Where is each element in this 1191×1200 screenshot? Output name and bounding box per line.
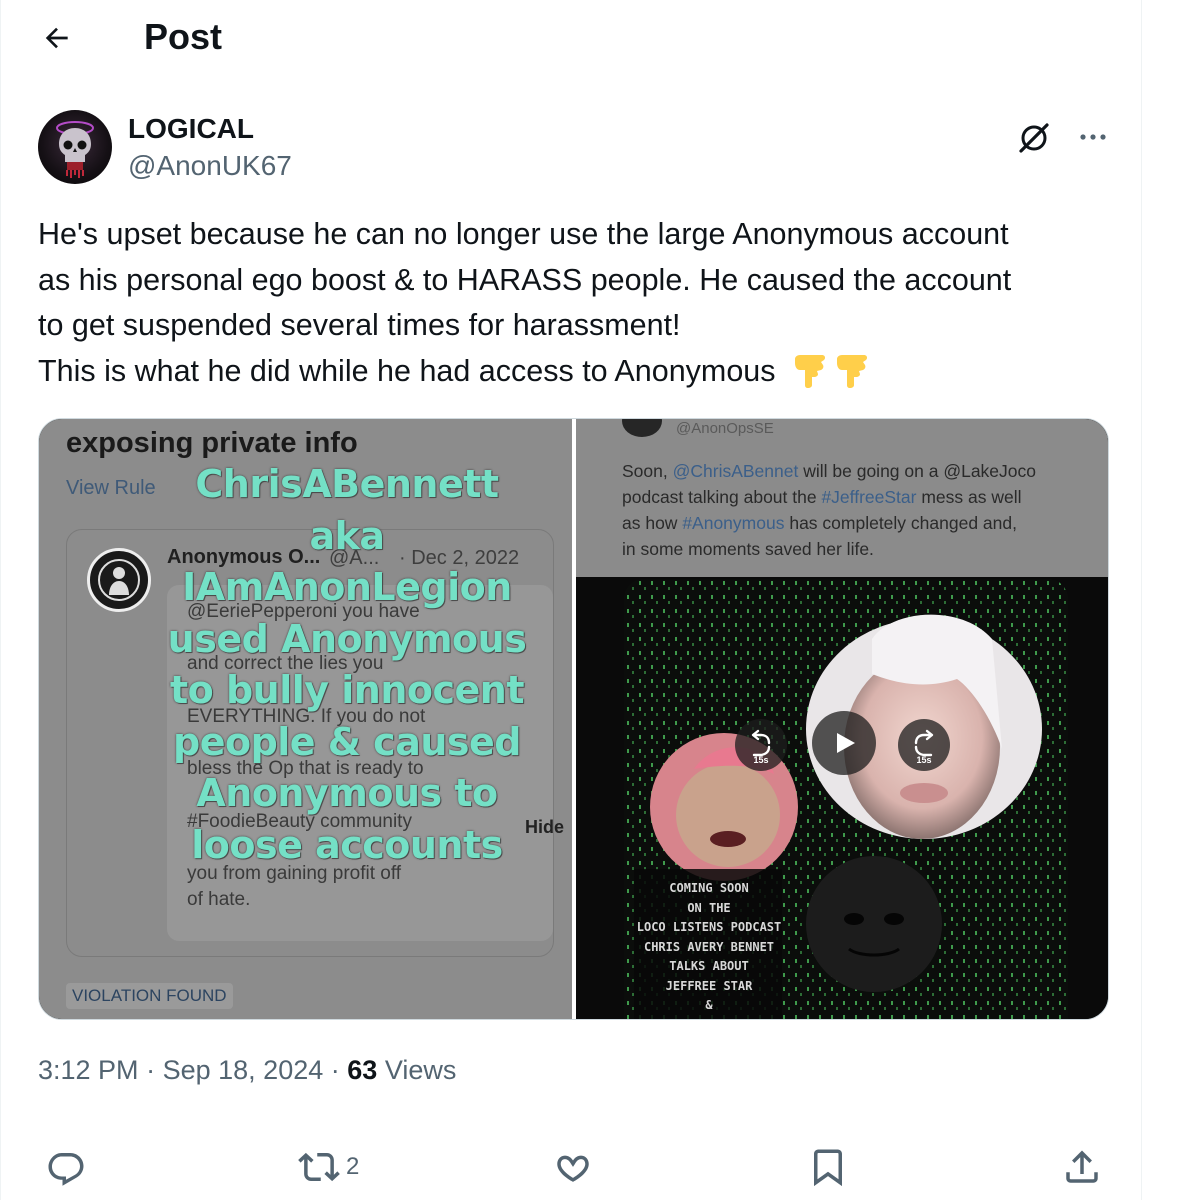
rewind-15-button[interactable]: 15s: [735, 719, 787, 771]
embedded-text-line: in some moments saved her life.: [622, 539, 874, 560]
tweet-line: This is what he did while he had access …: [38, 349, 1108, 403]
embedded-text-line: Soon, @ChrisABennet will be going on a @…: [622, 461, 1036, 482]
overlay-line: aka: [309, 513, 385, 558]
embedded-avatar: [622, 419, 662, 437]
skull-avatar-icon: [56, 121, 94, 178]
tweet-line: He's upset because he can no longer use …: [38, 217, 1009, 251]
rewind-label: 15s: [753, 755, 768, 765]
podcast-promo-text: COMING SOON ON THE LOCO LISTENS PODCAST …: [634, 879, 784, 1016]
text-segment: has completely changed and,: [784, 513, 1017, 533]
bookmark-icon: [814, 1149, 842, 1187]
hashtag-link: #Anonymous: [682, 513, 785, 533]
promo-line: COMING SOON: [669, 881, 749, 895]
post-column: Post LOGICAL @AnonUK67 He's upset becaus…: [0, 0, 1142, 1200]
violation-badge: VIOLATION FOUND: [66, 983, 233, 1009]
embedded-post-header: @AnonOpsSE Soon, @ChrisABennet will be g…: [576, 419, 1108, 577]
forward-label: 15s: [916, 755, 931, 765]
arrow-left-icon: [45, 27, 68, 49]
overlay-line: people & caused: [173, 719, 522, 764]
mention-link: @ChrisABennet: [672, 461, 799, 481]
media-divider: [572, 419, 576, 1019]
author-display-name[interactable]: LOGICAL: [128, 113, 254, 145]
share-icon: [1066, 1150, 1098, 1183]
hide-label: Hide: [525, 817, 565, 837]
rewind-icon: 15s: [751, 729, 771, 765]
grok-icon: [1019, 123, 1049, 153]
repost-count: 2: [346, 1153, 360, 1180]
text-segment: mess as well: [916, 487, 1022, 507]
embedded-text-line: as how #Anonymous has completely changed…: [622, 513, 1017, 534]
promo-line: LOCO LISTENS PODCAST: [636, 920, 782, 934]
promo-line: JEFFREE STAR: [665, 978, 753, 993]
promo-line: &: [705, 998, 713, 1012]
heart-icon: [557, 1155, 589, 1182]
forward-15-button[interactable]: 15s: [898, 719, 950, 771]
promo-line: TALKS ABOUT: [669, 959, 749, 973]
avatar[interactable]: [38, 110, 112, 184]
action-bar: 2: [1, 1145, 1143, 1191]
like-button[interactable]: [552, 1145, 594, 1189]
overlay-line: used Anonymous: [167, 616, 527, 661]
reply-icon: [48, 1153, 84, 1186]
back-button[interactable]: [41, 22, 73, 54]
post-date[interactable]: Sep 18, 2024: [163, 1055, 324, 1085]
anonymous-logo-icon: [87, 548, 151, 612]
play-button[interactable]: [812, 711, 876, 775]
tweet-line-text: This is what he did while he had access …: [38, 353, 776, 388]
overlay-line: IAmAnonLegion: [182, 565, 512, 609]
text-segment: will be going on a @LakeJoco: [798, 461, 1036, 481]
text-segment: Soon,: [622, 461, 673, 481]
play-icon: [837, 733, 855, 753]
promo-line: CHRIS AVERY BENNET: [643, 939, 775, 954]
repost-icon: [298, 1152, 340, 1182]
share-button[interactable]: [1061, 1145, 1103, 1189]
tweet-line: to get suspended several times for haras…: [38, 308, 681, 342]
overlay-caption: ChrisABennett aka IAmAnonLegion used Ano…: [167, 459, 527, 871]
forward-icon: 15s: [914, 729, 934, 765]
bookmark-button[interactable]: [807, 1145, 849, 1189]
reply-button[interactable]: [45, 1145, 87, 1189]
tweet-text: He's upset because he can no longer use …: [38, 212, 1108, 402]
separator: ·: [330, 1055, 340, 1085]
media-grid[interactable]: exposing private info View Rule Anonymou…: [38, 418, 1109, 1020]
text-segment: as how: [622, 513, 683, 533]
text-segment: podcast talking about the: [622, 487, 822, 507]
embedded-line: of hate.: [187, 889, 251, 910]
author-handle[interactable]: @AnonUK67: [128, 150, 292, 182]
promo-line: ON THE: [687, 900, 731, 915]
media-video-right[interactable]: @AnonOpsSE Soon, @ChrisABennet will be g…: [576, 419, 1108, 1019]
views-count: 63: [347, 1055, 378, 1085]
tweet-line: as his personal ego boost & to HARASS pe…: [38, 262, 1012, 297]
more-icon: [1080, 134, 1106, 140]
violation-heading: exposing private info: [66, 427, 358, 459]
post-timestamp: 3:12 PM · Sep 18, 2024 · 63 Views: [38, 1055, 456, 1086]
text-segment: in some moments saved her life.: [622, 539, 874, 559]
page-title: Post: [144, 16, 223, 57]
hashtag-link: #JeffreeStar: [821, 487, 917, 507]
overlay-line: loose accounts: [191, 822, 503, 867]
repost-button[interactable]: 2: [298, 1145, 359, 1189]
overlay-line: Anonymous to: [196, 771, 498, 815]
view-rule-link: View Rule: [66, 477, 156, 499]
embedded-text-line: podcast talking about the #JeffreeStar m…: [622, 487, 1022, 508]
views-label: Views: [384, 1055, 457, 1085]
overlay-line: to bully innocent: [169, 668, 525, 712]
post-time[interactable]: 3:12 PM: [38, 1055, 139, 1085]
separator: ·: [146, 1055, 156, 1085]
media-image-left[interactable]: exposing private info View Rule Anonymou…: [39, 419, 572, 1019]
grok-button[interactable]: [1014, 117, 1054, 157]
more-options-button[interactable]: [1073, 117, 1113, 157]
pointing-down-emoji-icon: [790, 349, 874, 403]
embedded-handle: @AnonOpsSE: [676, 420, 774, 437]
overlay-line: ChrisABennett: [195, 462, 499, 506]
